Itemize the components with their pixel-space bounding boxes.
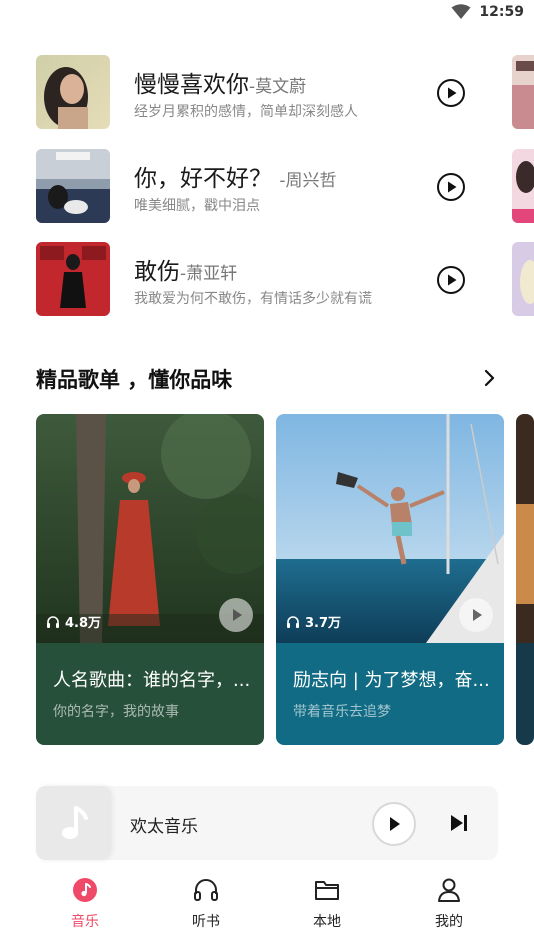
playlist-card[interactable]: 4.8万 人名歌曲：谁的名字，... 你的名字，我的故事 <box>36 414 264 745</box>
song-row[interactable]: 你，好不好？ -周兴哲 唯美细腻，戳中泪点 <box>36 149 476 225</box>
song-artist: -周兴哲 <box>279 171 337 191</box>
song-title: 你，好不好？ -周兴哲 <box>134 159 336 193</box>
song-cover <box>36 55 110 129</box>
song-row[interactable]: 敢伤-萧亚轩 我敢爱为何不敢伤，有情话多少就有谎 <box>36 242 476 318</box>
song-artist: -萧亚轩 <box>180 264 238 284</box>
song-cover-peek[interactable] <box>512 242 534 316</box>
play-count-value: 3.7万 <box>305 616 342 631</box>
playlist-card-peek[interactable] <box>516 414 534 745</box>
song-name: 敢伤 <box>134 259 180 285</box>
wifi-icon <box>451 4 471 19</box>
playlist-info: 人名歌曲：谁的名字，... 你的名字，我的故事 <box>36 643 264 745</box>
song-cover-peek[interactable] <box>512 149 534 223</box>
player-track-name: 欢太音乐 <box>130 817 198 837</box>
tab-mine[interactable]: 我的 <box>404 872 494 942</box>
tab-label: 音乐 <box>71 914 99 930</box>
song-cover-peek[interactable] <box>512 55 534 129</box>
headphones-icon <box>194 879 218 901</box>
music-disc-icon <box>73 878 97 902</box>
song-name: 慢慢喜欢你 <box>134 72 249 98</box>
song-artist: -莫文蔚 <box>249 77 307 97</box>
tab-music[interactable]: 音乐 <box>40 872 130 942</box>
skip-next-icon[interactable] <box>448 812 470 834</box>
headphones-icon <box>287 615 299 628</box>
card-play-button[interactable] <box>459 598 493 632</box>
tab-audiobooks[interactable]: 听书 <box>161 872 251 942</box>
playlist-card[interactable]: 3.7万 励志向 | 为了梦想，奋... 带着音乐去追梦 <box>276 414 504 745</box>
playlist-cover <box>516 414 534 745</box>
playlist-title: 励志向 | 为了梦想，奋... <box>293 670 490 691</box>
playlist-title: 人名歌曲：谁的名字，... <box>53 670 251 691</box>
play-count: 4.8万 <box>46 612 101 631</box>
player-artwork <box>36 786 110 860</box>
song-description: 经岁月累积的感情，简单却深刻感人 <box>134 104 358 120</box>
status-bar: 12:59 <box>0 0 534 28</box>
folder-icon <box>315 881 339 900</box>
song-cover <box>36 242 110 316</box>
tab-local[interactable]: 本地 <box>282 872 372 942</box>
chevron-right-icon[interactable] <box>478 366 500 390</box>
tab-label: 我的 <box>435 914 463 930</box>
song-title: 慢慢喜欢你-莫文蔚 <box>134 65 306 99</box>
tab-label: 听书 <box>192 914 220 930</box>
music-note-icon <box>62 806 88 839</box>
play-icon <box>390 817 400 831</box>
song-description: 我敢爱为何不敢伤，有情话多少就有谎 <box>134 291 372 307</box>
play-icon[interactable] <box>436 172 466 202</box>
playlist-subtitle: 你的名字，我的故事 <box>53 704 179 720</box>
headphones-icon <box>47 615 59 628</box>
playlist-info: 励志向 | 为了梦想，奋... 带着音乐去追梦 <box>276 643 504 745</box>
bottom-tab-bar: 音乐 听书 本地 我的 <box>0 872 534 949</box>
status-indicators: 12:59 <box>451 4 524 20</box>
tab-label: 本地 <box>313 914 341 930</box>
play-icon <box>233 609 242 621</box>
card-play-button[interactable] <box>219 598 253 632</box>
player-play-button[interactable] <box>372 802 416 846</box>
playlist-subtitle: 带着音乐去追梦 <box>293 704 391 720</box>
play-icon <box>473 609 482 621</box>
song-description: 唯美细腻，戳中泪点 <box>134 198 260 214</box>
play-icon[interactable] <box>436 265 466 295</box>
song-cover <box>36 149 110 223</box>
play-icon[interactable] <box>436 78 466 108</box>
section-title: 精品歌单 ，懂你品味 <box>36 368 233 392</box>
mini-player[interactable]: 欢太音乐 <box>36 786 498 860</box>
play-count: 3.7万 <box>286 612 341 631</box>
song-title: 敢伤-萧亚轩 <box>134 252 237 286</box>
play-count-value: 4.8万 <box>65 616 102 631</box>
song-row[interactable]: 慢慢喜欢你-莫文蔚 经岁月累积的感情，简单却深刻感人 <box>36 55 476 131</box>
status-time: 12:59 <box>479 4 524 20</box>
song-name: 你，好不好？ <box>134 166 272 192</box>
person-icon <box>438 878 460 902</box>
